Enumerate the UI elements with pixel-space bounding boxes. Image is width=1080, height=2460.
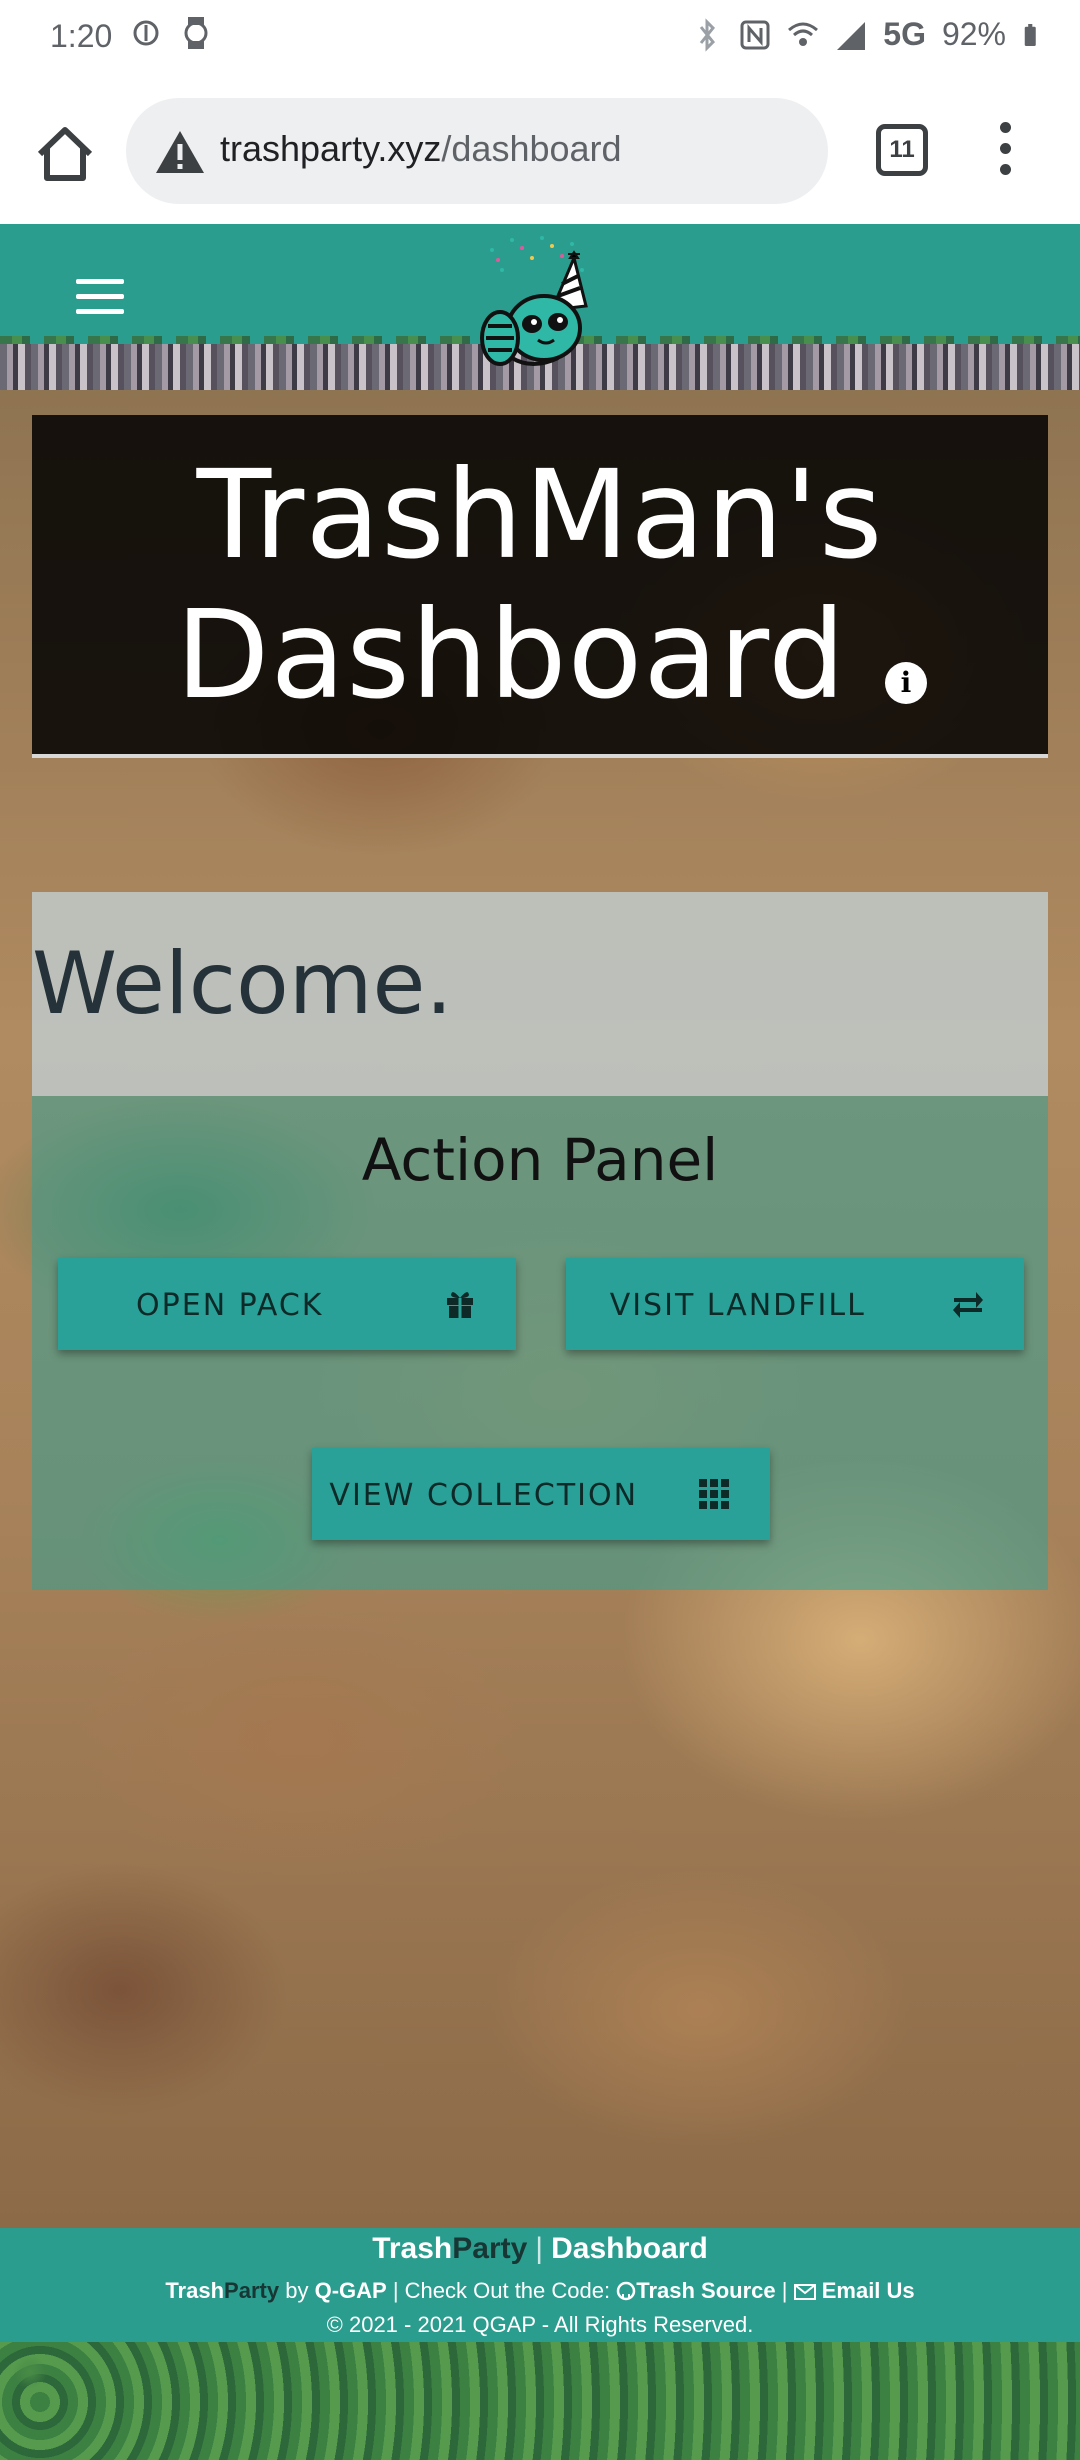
footer-check-code-text: | Check Out the Code: xyxy=(392,2278,611,2303)
github-icon xyxy=(616,2281,636,2301)
info-icon[interactable]: i xyxy=(885,662,927,704)
view-collection-label: VIEW COLLECTION xyxy=(329,1478,639,1513)
page-title-line1: TrashMan's xyxy=(196,444,884,586)
email-icon xyxy=(793,2284,816,2300)
footer-separator: | xyxy=(535,2232,544,2265)
footer-brand-line: TrashParty | Dashboard xyxy=(0,2232,1080,2266)
tab-switcher-button[interactable]: 11 xyxy=(876,124,928,176)
dashboard-title-card: TrashMan's Dashboard i xyxy=(32,415,1048,757)
signal-icon xyxy=(837,21,866,50)
title-divider xyxy=(32,754,1048,758)
footer-brand-link[interactable]: TrashParty xyxy=(372,2232,527,2265)
status-time: 1:20 xyxy=(50,18,113,54)
browser-toolbar: trashparty.xyz/dashboard 11 xyxy=(0,78,1080,224)
visit-landfill-button[interactable]: VISIT LANDFILL xyxy=(566,1258,1024,1350)
url-text[interactable]: trashparty.xyz/dashboard xyxy=(220,128,622,170)
open-pack-button[interactable]: OPEN PACK xyxy=(58,1258,516,1350)
visit-landfill-label: VISIT LANDFILL xyxy=(609,1288,866,1323)
footer-credits-line: TrashParty by Q-GAP | Check Out the Code… xyxy=(165,2278,915,2303)
action-panel-title: Action Panel xyxy=(361,1126,719,1194)
welcome-banner: Welcome. xyxy=(32,892,1048,1096)
notification-icon xyxy=(133,20,159,46)
nfc-icon xyxy=(740,20,770,49)
home-icon[interactable] xyxy=(30,118,100,188)
bluetooth-icon xyxy=(700,17,716,52)
battery-icon xyxy=(1024,23,1036,46)
warning-icon[interactable] xyxy=(154,128,206,176)
welcome-text: Welcome. xyxy=(32,934,453,1034)
footer-copyright: © 2021 - 2021 QGAP - All Rights Reserved… xyxy=(326,2312,754,2337)
exchange-icon xyxy=(953,1292,983,1318)
grid-icon xyxy=(699,1479,729,1509)
site-footer: TrashParty | Dashboard TrashParty by Q-GAP… xyxy=(0,2228,1080,2460)
footer-grass-strip xyxy=(0,2342,1080,2460)
open-pack-label: OPEN PACK xyxy=(136,1288,324,1323)
gift-icon xyxy=(447,1292,473,1318)
url-domain: trashparty.xyz xyxy=(220,128,442,169)
view-collection-button[interactable]: VIEW COLLECTION xyxy=(312,1448,770,1540)
url-path: /dashboard xyxy=(441,128,622,169)
status-bar: 1:20 5G 92% xyxy=(0,0,1080,78)
watch-icon xyxy=(184,17,208,49)
network-type: 5G xyxy=(883,16,926,52)
footer-page-name: Dashboard xyxy=(551,2232,708,2265)
footer-brand-small: TrashParty xyxy=(165,2278,280,2303)
trashparty-logo[interactable] xyxy=(462,230,612,380)
battery-percent: 92% xyxy=(941,16,1006,52)
footer-email-link[interactable]: Email Us xyxy=(822,2278,915,2303)
page-title-line2: Dashboard xyxy=(175,584,847,726)
action-panel: Action Panel OPEN PACK VISIT LANDFILL VI… xyxy=(32,1096,1048,1590)
hamburger-menu-icon[interactable] xyxy=(76,279,124,315)
footer-org-link[interactable]: Q-GAP xyxy=(315,2278,387,2303)
wifi-icon xyxy=(788,22,819,46)
footer-source-link[interactable]: Trash Source xyxy=(636,2278,775,2303)
footer-by-text: by xyxy=(285,2278,309,2303)
address-bar[interactable]: trashparty.xyz/dashboard xyxy=(126,98,828,204)
browser-menu-icon[interactable] xyxy=(990,122,1020,182)
site-navbar xyxy=(0,224,1080,390)
